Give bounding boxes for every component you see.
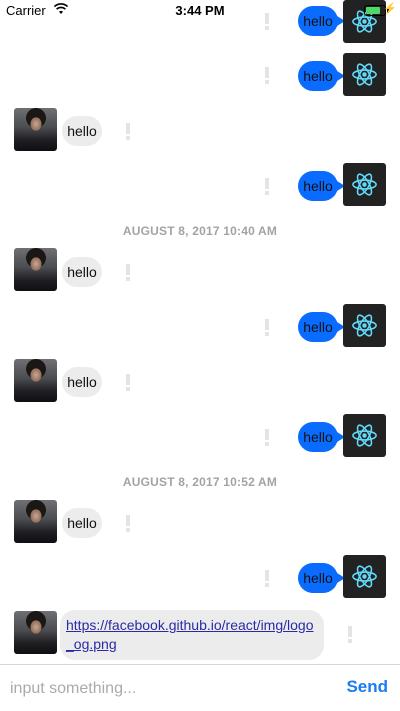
user-avatar[interactable]	[14, 611, 57, 654]
react-logo-icon	[352, 173, 377, 196]
incoming-message-bubble[interactable]: hello	[62, 367, 102, 397]
charging-bolt-icon: ⚡	[383, 3, 397, 15]
react-logo-icon	[352, 424, 377, 447]
user-avatar[interactable]	[14, 248, 57, 291]
message-input[interactable]	[8, 673, 332, 705]
status-bar: Carrier 3:44 PM ⚡	[0, 0, 400, 22]
message-status-icon	[262, 317, 272, 337]
user-avatar[interactable]	[14, 108, 57, 151]
user-avatar[interactable]	[14, 500, 57, 543]
incoming-message-bubble[interactable]: hello	[62, 257, 102, 287]
message-status-icon	[262, 176, 272, 196]
message-status-icon	[123, 262, 133, 282]
message-list[interactable]: hello hello hello hello AUGUST 8, 2017 1…	[0, 0, 400, 664]
incoming-link-bubble[interactable]: https://facebook.github.io/react/img/log…	[60, 610, 324, 660]
message-status-icon	[123, 121, 133, 141]
incoming-message-bubble[interactable]: hello	[62, 116, 102, 146]
composer-bar: Send	[0, 664, 400, 711]
timestamp-divider: AUGUST 8, 2017 10:52 AM	[122, 475, 278, 489]
message-status-icon	[123, 513, 133, 533]
message-status-icon	[262, 568, 272, 588]
react-avatar[interactable]	[343, 53, 386, 96]
timestamp-divider: AUGUST 8, 2017 10:40 AM	[122, 224, 278, 238]
message-link[interactable]: https://facebook.github.io/react/img/log…	[66, 617, 313, 652]
send-button[interactable]: Send	[346, 677, 388, 697]
react-logo-icon	[352, 565, 377, 588]
outgoing-message-bubble[interactable]: hello	[298, 171, 345, 201]
message-status-icon	[262, 427, 272, 447]
outgoing-message-bubble[interactable]: hello	[298, 563, 345, 593]
message-status-icon	[123, 372, 133, 392]
outgoing-message-bubble[interactable]: hello	[298, 312, 345, 342]
react-logo-icon	[352, 314, 377, 337]
outgoing-message-bubble[interactable]: hello	[298, 61, 345, 91]
react-avatar[interactable]	[343, 163, 386, 206]
user-avatar[interactable]	[14, 359, 57, 402]
react-avatar[interactable]	[343, 555, 386, 598]
message-status-icon	[345, 624, 355, 644]
status-time: 3:44 PM	[175, 3, 225, 18]
react-avatar[interactable]	[343, 414, 386, 457]
message-status-icon	[262, 65, 272, 85]
incoming-message-bubble[interactable]: hello	[62, 508, 102, 538]
outgoing-message-bubble[interactable]: hello	[298, 422, 345, 452]
react-avatar[interactable]	[343, 304, 386, 347]
react-logo-icon	[352, 63, 377, 86]
